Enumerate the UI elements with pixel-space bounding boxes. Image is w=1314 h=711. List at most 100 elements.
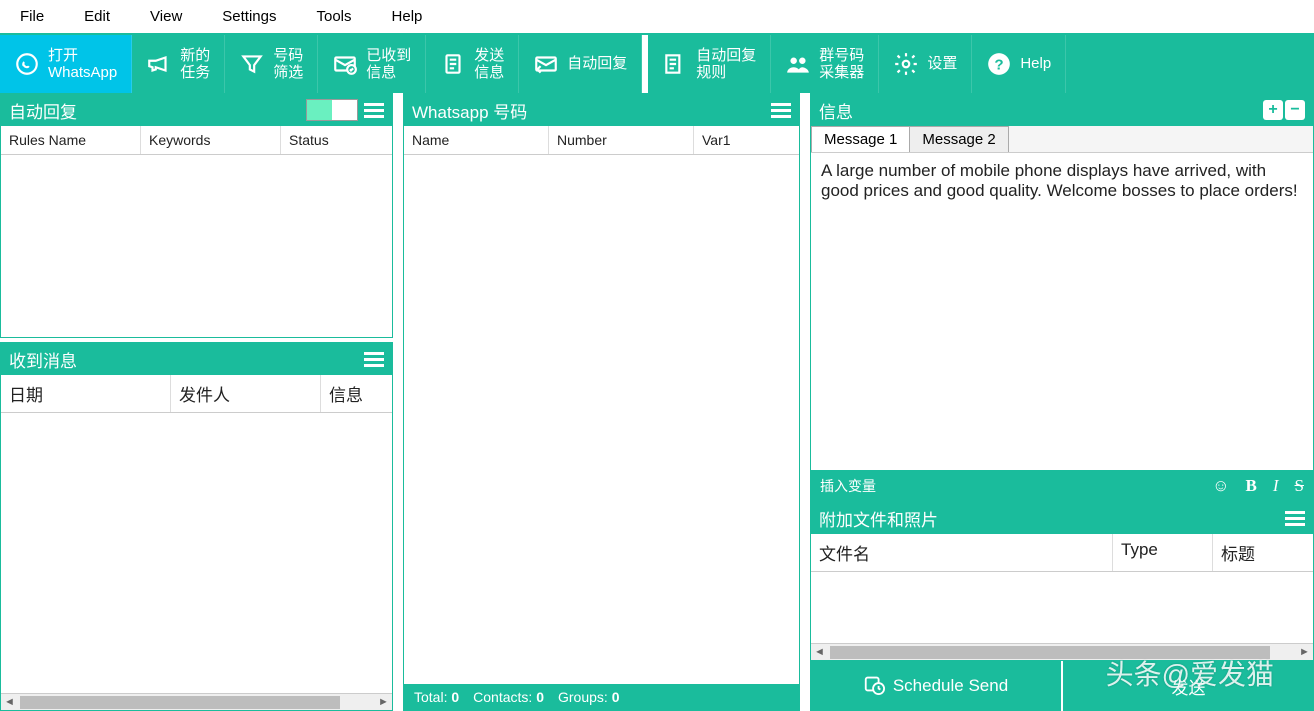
svg-text:?: ? — [995, 56, 1004, 73]
toolbar-send-msgs[interactable]: 发送信息 — [426, 35, 519, 93]
attachments-panel: 附加文件和照片 文件名 Type 标题 ◄► — [810, 501, 1314, 661]
numbers-title: Whatsapp 号码 — [412, 98, 527, 123]
auto-reply-body — [1, 155, 392, 337]
remove-message-button[interactable]: − — [1285, 100, 1305, 120]
toolbar-settings-label: 设置 — [927, 55, 957, 72]
insert-variable-title: 插入变量 — [820, 476, 876, 496]
numbers-panel: Whatsapp 号码 Name Number Var1 Total: 0 Co… — [403, 93, 800, 711]
toolbar-help[interactable]: ? Help — [972, 35, 1066, 93]
auto-reply-panel: 自动回复 Rules Name Keywords Status — [0, 93, 393, 338]
auto-reply-menu-icon[interactable] — [364, 103, 384, 118]
attachments-header: 附加文件和照片 — [811, 502, 1313, 534]
people-icon — [785, 51, 811, 77]
send-now-button[interactable]: 发送 — [1061, 661, 1314, 711]
messages-title: 信息 — [819, 98, 853, 123]
calendar-clock-icon — [863, 673, 885, 700]
toolbar: 打开WhatsApp 新的任务 号码筛选 已收到信息 发送信息 自动回复 自动回复规则 群号码… — [0, 35, 1314, 93]
messages-header: 信息 + − — [811, 94, 1313, 126]
col-message[interactable]: 信息 — [321, 375, 392, 412]
gear-icon — [893, 51, 919, 77]
toolbar-auto-reply-label: 自动回复 — [567, 55, 627, 72]
toolbar-number-filter-label: 号码筛选 — [273, 47, 303, 82]
received-title: 收到消息 — [9, 347, 77, 372]
toolbar-received-msgs-label: 已收到信息 — [366, 47, 411, 82]
message-tabs: Message 1 Message 2 — [811, 126, 1313, 153]
attachments-title: 附加文件和照片 — [819, 506, 938, 531]
auto-reply-toggle[interactable] — [306, 99, 358, 121]
schedule-send-label: Schedule Send — [893, 676, 1008, 696]
insert-variable-bar: 插入变量 ☺ B I S — [810, 471, 1314, 501]
col-keywords[interactable]: Keywords — [141, 126, 281, 154]
received-body — [1, 413, 392, 693]
col-filename[interactable]: 文件名 — [811, 534, 1113, 571]
right-column: 信息 + − Message 1 Message 2 A large numbe… — [810, 93, 1314, 711]
contacts-value: 0 — [536, 689, 544, 705]
toolbar-group-collector[interactable]: 群号码采集器 — [771, 35, 879, 93]
menu-view[interactable]: View — [130, 4, 202, 29]
col-sender[interactable]: 发件人 — [171, 375, 321, 412]
bold-icon[interactable]: B — [1246, 476, 1257, 496]
whatsapp-icon — [14, 51, 40, 77]
auto-reply-header: 自动回复 — [1, 94, 392, 126]
total-label: Total: — [414, 689, 447, 705]
attachments-menu-icon[interactable] — [1285, 511, 1305, 526]
add-message-button[interactable]: + — [1263, 100, 1283, 120]
col-type[interactable]: Type — [1113, 534, 1213, 571]
envelope-check-icon — [332, 51, 358, 77]
menu-tools[interactable]: Tools — [296, 4, 371, 29]
attachments-scroll[interactable]: ◄► — [811, 643, 1313, 660]
groups-value: 0 — [612, 689, 620, 705]
menu-file[interactable]: File — [0, 4, 64, 29]
received-panel: 收到消息 日期 发件人 信息 ◄► — [0, 342, 393, 711]
col-status[interactable]: Status — [281, 126, 392, 154]
menu-settings[interactable]: Settings — [202, 4, 296, 29]
tab-message-2[interactable]: Message 2 — [909, 126, 1008, 152]
menu-help[interactable]: Help — [372, 4, 443, 29]
toolbar-open-whatsapp-label: 打开WhatsApp — [48, 47, 117, 82]
attachments-columns: 文件名 Type 标题 — [811, 534, 1313, 572]
received-scroll[interactable]: ◄► — [1, 693, 392, 710]
toolbar-open-whatsapp[interactable]: 打开WhatsApp — [0, 35, 132, 93]
received-menu-icon[interactable] — [364, 352, 384, 367]
send-buttons: Schedule Send 发送 — [810, 661, 1314, 711]
middle-column: Whatsapp 号码 Name Number Var1 Total: 0 Co… — [403, 93, 800, 711]
numbers-header: Whatsapp 号码 — [404, 94, 799, 126]
groups-label: Groups: — [558, 689, 608, 705]
left-column: 自动回复 Rules Name Keywords Status 收到消息 — [0, 93, 393, 711]
menu-bar: File Edit View Settings Tools Help — [0, 0, 1314, 35]
toolbar-auto-reply-rules[interactable]: 自动回复规则 — [648, 35, 771, 93]
col-number[interactable]: Number — [549, 126, 694, 154]
italic-icon[interactable]: I — [1273, 476, 1279, 496]
funnel-icon — [239, 51, 265, 77]
toolbar-new-task-label: 新的任务 — [180, 47, 210, 82]
toolbar-new-task[interactable]: 新的任务 — [132, 35, 225, 93]
tab-message-1[interactable]: Message 1 — [811, 126, 910, 152]
numbers-status: Total: 0 Contacts: 0 Groups: 0 — [404, 684, 799, 710]
toolbar-settings[interactable]: 设置 — [879, 35, 972, 93]
toolbar-help-label: Help — [1020, 55, 1051, 72]
col-date[interactable]: 日期 — [1, 375, 171, 412]
emoji-icon[interactable]: ☺ — [1212, 476, 1229, 496]
toolbar-auto-reply[interactable]: 自动回复 — [519, 35, 642, 93]
toolbar-group-collector-label: 群号码采集器 — [819, 47, 864, 82]
clipboard-icon — [440, 51, 466, 77]
rules-icon — [662, 51, 688, 77]
col-rules-name[interactable]: Rules Name — [1, 126, 141, 154]
toolbar-received-msgs[interactable]: 已收到信息 — [318, 35, 426, 93]
toolbar-number-filter[interactable]: 号码筛选 — [225, 35, 318, 93]
reply-icon — [533, 51, 559, 77]
col-name[interactable]: Name — [404, 126, 549, 154]
toolbar-send-msgs-label: 发送信息 — [474, 47, 504, 82]
received-columns: 日期 发件人 信息 — [1, 375, 392, 413]
col-var1[interactable]: Var1 — [694, 126, 799, 154]
numbers-menu-icon[interactable] — [771, 103, 791, 118]
schedule-send-button[interactable]: Schedule Send — [810, 661, 1061, 711]
send-now-label: 发送 — [1172, 674, 1206, 699]
strike-icon[interactable]: S — [1295, 476, 1304, 496]
message-textarea[interactable]: A large number of mobile phone displays … — [811, 153, 1313, 470]
auto-reply-title: 自动回复 — [9, 98, 77, 123]
col-title[interactable]: 标题 — [1213, 534, 1313, 571]
received-header: 收到消息 — [1, 343, 392, 375]
menu-edit[interactable]: Edit — [64, 4, 130, 29]
total-value: 0 — [451, 689, 459, 705]
